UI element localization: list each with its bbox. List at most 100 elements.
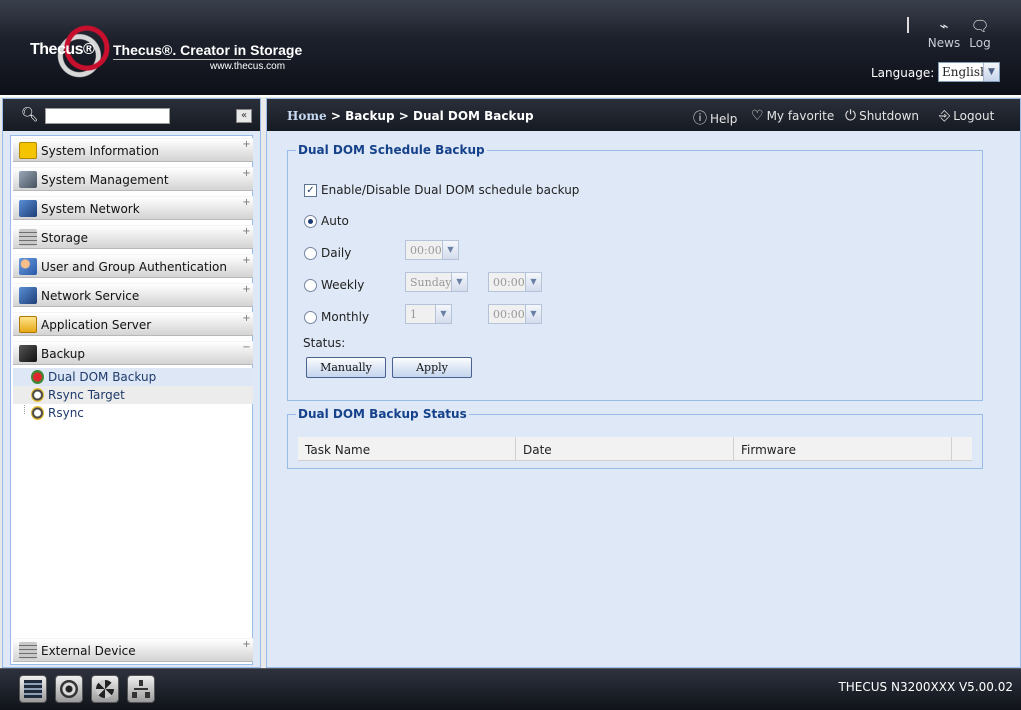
collapse-icon[interactable]: − xyxy=(242,343,251,353)
news-link[interactable]: ⌁ News xyxy=(924,18,964,50)
thecus-logo: Thecus® xyxy=(30,41,95,58)
external-device-icon xyxy=(19,642,37,659)
rsync-icon xyxy=(31,406,44,420)
daily-radio[interactable] xyxy=(304,247,317,260)
auto-radio[interactable] xyxy=(304,215,317,228)
breadcrumb: Home > Backup > Dual DOM Backup xyxy=(287,109,534,123)
daily-time-select[interactable]: 00:00 ▼ xyxy=(405,240,459,260)
column-header-task-name[interactable]: Task Name xyxy=(298,437,516,461)
menu-network-service[interactable]: Network Service + xyxy=(13,283,253,307)
shutdown-link[interactable]: ⏻ Shutdown xyxy=(845,108,919,124)
menu-backup[interactable]: Backup − xyxy=(13,341,253,365)
weekly-label: Weekly xyxy=(321,278,365,292)
menu-system-network[interactable]: System Network + xyxy=(13,196,253,220)
menu-label: User and Group Authentication xyxy=(41,260,227,274)
schedule-backup-group: Dual DOM Schedule Backup ✓ Enable/Disabl… xyxy=(287,143,983,401)
shutdown-label: Shutdown xyxy=(859,109,919,123)
chevron-down-icon[interactable]: ▼ xyxy=(983,63,999,81)
help-icon: ⓘ xyxy=(693,111,707,127)
storage-icon xyxy=(19,229,37,246)
language-label: Language: xyxy=(871,66,935,80)
expand-icon[interactable]: + xyxy=(242,198,251,208)
expand-icon[interactable]: + xyxy=(242,285,251,295)
logout-link[interactable]: ⎆ Logout xyxy=(939,108,994,124)
logout-icon: ⎆ xyxy=(939,108,951,124)
disk-button[interactable] xyxy=(55,675,83,703)
language-select[interactable]: English ▼ xyxy=(938,62,1000,82)
breadcrumb-path: > Backup > Dual DOM Backup xyxy=(326,109,534,123)
search-bar: 🔍︎ « xyxy=(3,99,260,131)
news-label: News xyxy=(927,36,961,50)
tree-item-rsync[interactable]: Rsync xyxy=(13,404,253,422)
weekly-day-select[interactable]: Sunday ▼ xyxy=(405,272,468,292)
expand-icon[interactable]: + xyxy=(242,140,251,150)
tree-item-label: Rsync Target xyxy=(48,388,125,402)
chevron-down-icon: ▼ xyxy=(525,273,541,291)
chevron-down-icon: ▼ xyxy=(435,305,451,323)
help-link[interactable]: ⓘ Help xyxy=(693,108,737,128)
menu-label: External Device xyxy=(41,644,136,658)
favorite-label: My favorite xyxy=(766,109,835,123)
apply-button[interactable]: Apply xyxy=(392,357,472,378)
power-icon: ⏻ xyxy=(845,108,857,124)
monthly-time-select[interactable]: 00:00 ▼ xyxy=(488,304,542,324)
sidebar: 🔍︎ « System Information + System Managem… xyxy=(2,98,261,668)
weekly-time-select[interactable]: 00:00 ▼ xyxy=(488,272,542,292)
tools-icon xyxy=(19,171,37,188)
daily-label: Daily xyxy=(321,246,352,260)
menu-external-device[interactable]: External Device + xyxy=(13,638,253,662)
manually-button[interactable]: Manually xyxy=(306,357,386,378)
schedule-group-title: Dual DOM Schedule Backup xyxy=(298,143,485,157)
rsync-target-icon xyxy=(31,388,44,402)
monthly-radio[interactable] xyxy=(304,311,317,324)
menu-user-group-auth[interactable]: User and Group Authentication + xyxy=(13,254,253,278)
menu-tree: System Information + System Management +… xyxy=(10,135,253,665)
firmware-version: THECUS N3200XXX V5.00.02 xyxy=(838,680,1013,694)
weekly-radio[interactable] xyxy=(304,279,317,292)
header-divider xyxy=(907,17,909,33)
search-input[interactable] xyxy=(45,108,170,124)
chevron-down-icon: ▼ xyxy=(451,273,467,291)
status-group-title: Dual DOM Backup Status xyxy=(298,407,467,421)
daily-time-value: 00:00 xyxy=(410,244,442,257)
menu-system-information[interactable]: System Information + xyxy=(13,138,253,162)
status-label: Status: xyxy=(303,336,346,350)
speech-bubble-icon: 🗨 xyxy=(970,17,990,35)
menu-label: System Management xyxy=(41,173,169,187)
menu-application-server[interactable]: Application Server + xyxy=(13,312,253,336)
tree-item-dual-dom-backup[interactable]: Dual DOM Backup xyxy=(13,368,253,386)
column-header-firmware[interactable]: Firmware xyxy=(734,437,952,461)
disk-icon xyxy=(60,680,78,698)
enable-schedule-checkbox[interactable]: ✓ xyxy=(304,184,317,197)
menu-system-management[interactable]: System Management + xyxy=(13,167,253,191)
info-icon xyxy=(19,142,37,159)
search-icon: 🔍︎ xyxy=(21,107,39,123)
server-status-button[interactable] xyxy=(19,675,47,703)
network-topology-button[interactable] xyxy=(127,675,155,703)
expand-icon[interactable]: + xyxy=(242,640,251,650)
fan-button[interactable] xyxy=(91,675,119,703)
tree-item-label: Rsync xyxy=(48,406,84,420)
server-status-icon xyxy=(24,680,42,698)
language-value: English xyxy=(942,65,988,79)
expand-icon[interactable]: + xyxy=(242,169,251,179)
expand-icon[interactable]: + xyxy=(242,227,251,237)
status-footer: THECUS N3200XXX V5.00.02 xyxy=(0,668,1021,710)
menu-label: System Network xyxy=(41,202,140,216)
collapse-sidebar-button[interactable]: « xyxy=(236,109,252,123)
monthly-day-select[interactable]: 1 ▼ xyxy=(405,304,452,324)
network-icon xyxy=(19,200,37,217)
breadcrumb-home-link[interactable]: Home xyxy=(287,109,327,123)
app-header: Thecus® Thecus®. Creator in Storage www.… xyxy=(0,0,1021,97)
dom-backup-icon xyxy=(31,370,44,384)
log-link[interactable]: 🗨 Log xyxy=(960,18,1000,50)
tree-item-rsync-target[interactable]: Rsync Target xyxy=(13,386,253,404)
column-header-date[interactable]: Date xyxy=(516,437,734,461)
my-favorite-link[interactable]: ♡ My favorite xyxy=(751,108,834,124)
users-icon xyxy=(19,258,37,275)
menu-storage[interactable]: Storage + xyxy=(13,225,253,249)
content-toolbar: Home > Backup > Dual DOM Backup ⓘ Help ♡ M… xyxy=(267,99,1020,131)
expand-icon[interactable]: + xyxy=(242,314,251,324)
menu-label: Application Server xyxy=(41,318,152,332)
expand-icon[interactable]: + xyxy=(242,256,251,266)
